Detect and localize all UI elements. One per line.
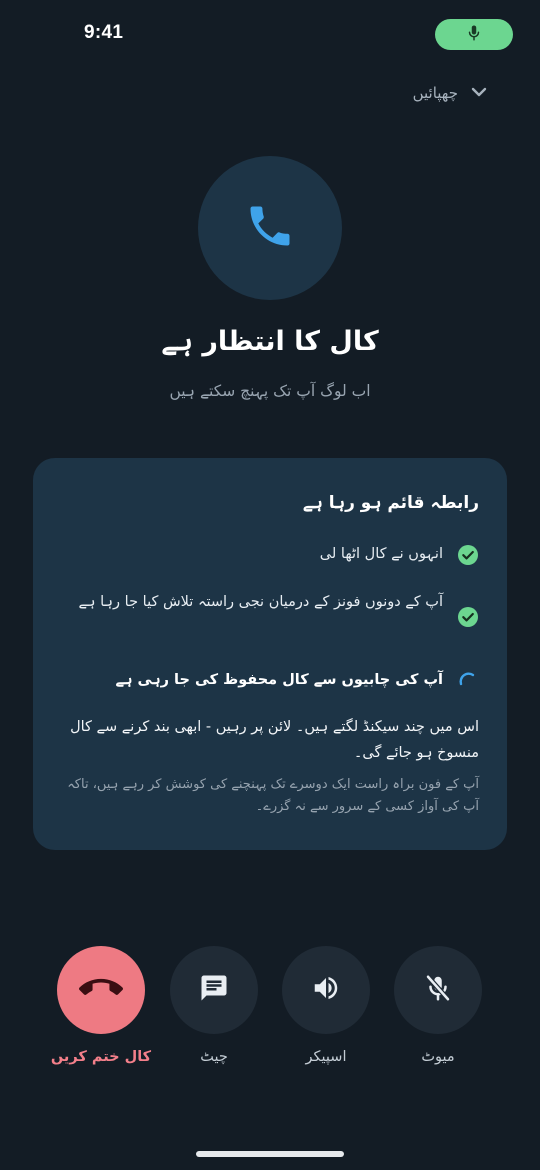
mic-icon (465, 23, 483, 47)
card-note: اس میں چند سیکنڈ لگتے ہیں۔ لائن پر رہیں … (70, 719, 479, 761)
mic-indicator[interactable] (435, 19, 513, 50)
chat-button[interactable] (170, 946, 258, 1034)
hide-button[interactable]: چھپائیں (413, 84, 488, 102)
step-label: آپ کی چابیوں سے کال محفوظ کی جا رہی ہے (115, 672, 443, 688)
connection-card: رابطہ قائم ہو رہا ہے انہوں نے کال اٹھا ل… (33, 458, 507, 850)
phone-icon (244, 200, 296, 256)
chat-label: چیٹ (200, 1049, 228, 1065)
loading-spinner-icon (457, 670, 479, 692)
card-title: رابطہ قائم ہو رہا ہے (302, 493, 479, 513)
mic-off-icon (423, 973, 453, 1007)
step-item: آپ کی چابیوں سے کال محفوظ کی جا رہی ہے (63, 666, 479, 695)
chevron-down-icon (470, 84, 488, 102)
card-fine-print: آپ کے فون براہ راست ایک دوسرے تک پہنچنے … (67, 777, 479, 814)
call-subtitle: اب لوگ آپ تک پہنچ سکتے ہیں (169, 382, 371, 400)
home-indicator[interactable] (196, 1151, 344, 1157)
step-item: آپ کے دونوں فونز کے درمیان نجی راستہ تلا… (63, 588, 479, 628)
step-item: انہوں نے کال اٹھا لی (63, 540, 479, 569)
end-call-button[interactable] (57, 946, 145, 1034)
speaker-icon (311, 973, 341, 1007)
call-avatar (198, 156, 342, 300)
status-time: 9:41 (84, 22, 124, 43)
check-circle-icon (457, 606, 479, 628)
end-call-icon (79, 966, 123, 1014)
mute-button[interactable] (394, 946, 482, 1034)
end-call-label: کال ختم کریں (50, 1049, 152, 1065)
check-circle-icon (457, 544, 479, 566)
call-title: کال کا انتظار ہے (161, 326, 379, 357)
speaker-label: اسپیکر (305, 1049, 347, 1065)
mute-label: میوٹ (421, 1049, 455, 1065)
hide-label: چھپائیں (412, 84, 458, 102)
chat-icon (199, 973, 229, 1007)
step-label: انہوں نے کال اٹھا لی (319, 546, 443, 562)
speaker-button[interactable] (282, 946, 370, 1034)
call-screen: 9:41 چھپائیں کال کا انتظار ہے اب لوگ آپ … (0, 0, 540, 1170)
step-label: آپ کے دونوں فونز کے درمیان نجی راستہ تلا… (78, 594, 443, 610)
